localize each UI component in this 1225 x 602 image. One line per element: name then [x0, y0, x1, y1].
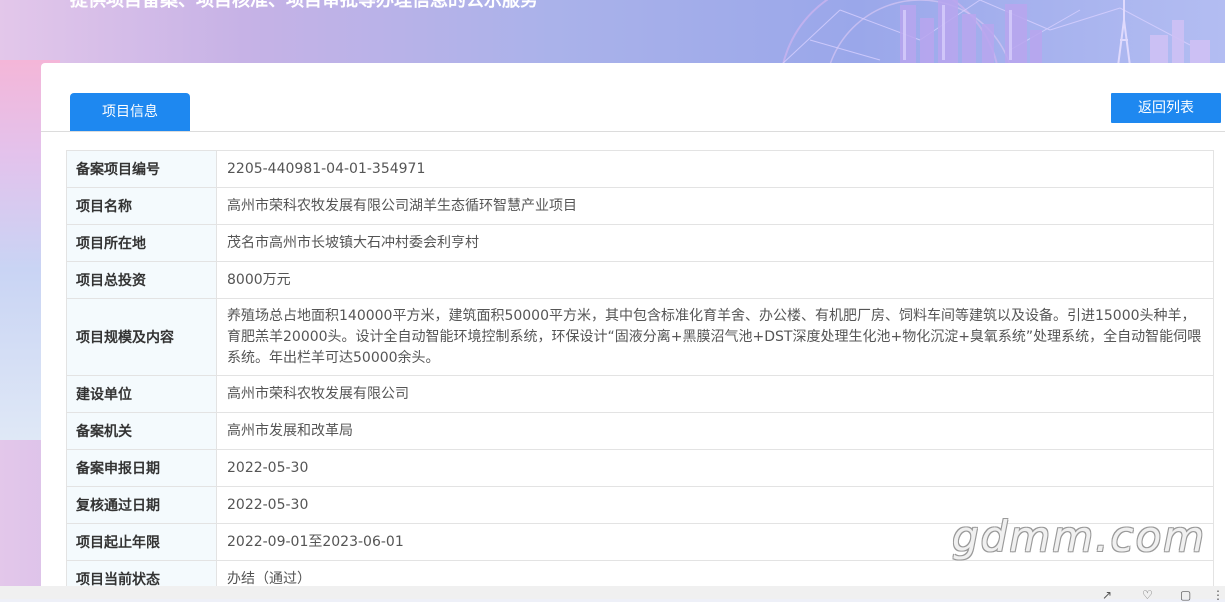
delete-icon[interactable]: ▢	[1180, 589, 1191, 601]
table-row: 项目名称 高州市荣科农牧发展有限公司湖羊生态循环智慧产业项目	[66, 187, 1214, 225]
row-value-record-number: 2205-440981-04-01-354971	[216, 150, 1214, 188]
row-label-scale-content: 项目规模及内容	[66, 298, 217, 376]
more-icon[interactable]: ⋮	[1212, 589, 1224, 601]
row-label-period: 项目起止年限	[66, 523, 217, 561]
row-value-total-investment: 8000万元	[216, 261, 1214, 299]
banner-subtitle: 提供项目备案、项目核准、项目审批等办理信息的公示服务	[70, 0, 538, 11]
tab-project-info[interactable]: 项目信息	[70, 93, 190, 131]
favorite-icon[interactable]: ♡	[1142, 589, 1153, 601]
row-value-project-name: 高州市荣科农牧发展有限公司湖羊生态循环智慧产业项目	[216, 187, 1214, 225]
row-label-construction-unit: 建设单位	[66, 375, 217, 413]
row-value-location: 茂名市高州市长坡镇大石冲村委会利亨村	[216, 224, 1214, 262]
row-label-record-number: 备案项目编号	[66, 150, 217, 188]
table-row: 项目规模及内容 养殖场总占地面积140000平方米，建筑面积50000平方米，其…	[66, 298, 1214, 376]
tab-bar: 项目信息 返回列表	[41, 63, 1225, 132]
site-watermark: gdmm.com	[952, 512, 1207, 561]
back-to-list-button[interactable]: 返回列表	[1111, 93, 1221, 123]
row-value-apply-date: 2022-05-30	[216, 449, 1214, 487]
row-value-record-authority: 高州市发展和改革局	[216, 412, 1214, 450]
row-label-total-investment: 项目总投资	[66, 261, 217, 299]
table-row: 备案项目编号 2205-440981-04-01-354971	[66, 150, 1214, 188]
share-icon[interactable]: ↗	[1102, 589, 1112, 601]
table-row: 建设单位 高州市荣科农牧发展有限公司	[66, 375, 1214, 413]
bottom-toolbar	[0, 586, 1225, 599]
row-label-project-name: 项目名称	[66, 187, 217, 225]
row-label-location: 项目所在地	[66, 224, 217, 262]
city-skyline-illustration	[779, 0, 1210, 66]
row-label-record-authority: 备案机关	[66, 412, 217, 450]
row-value-construction-unit: 高州市荣科农牧发展有限公司	[216, 375, 1214, 413]
row-value-scale-content: 养殖场总占地面积140000平方米，建筑面积50000平方米，其中包含标准化育羊…	[216, 298, 1214, 376]
row-label-apply-date: 备案申报日期	[66, 449, 217, 487]
table-row: 项目所在地 茂名市高州市长坡镇大石冲村委会利亨村	[66, 224, 1214, 262]
table-row: 项目总投资 8000万元	[66, 261, 1214, 299]
table-row: 备案申报日期 2022-05-30	[66, 449, 1214, 487]
row-label-review-date: 复核通过日期	[66, 486, 217, 524]
table-row: 备案机关 高州市发展和改革局	[66, 412, 1214, 450]
